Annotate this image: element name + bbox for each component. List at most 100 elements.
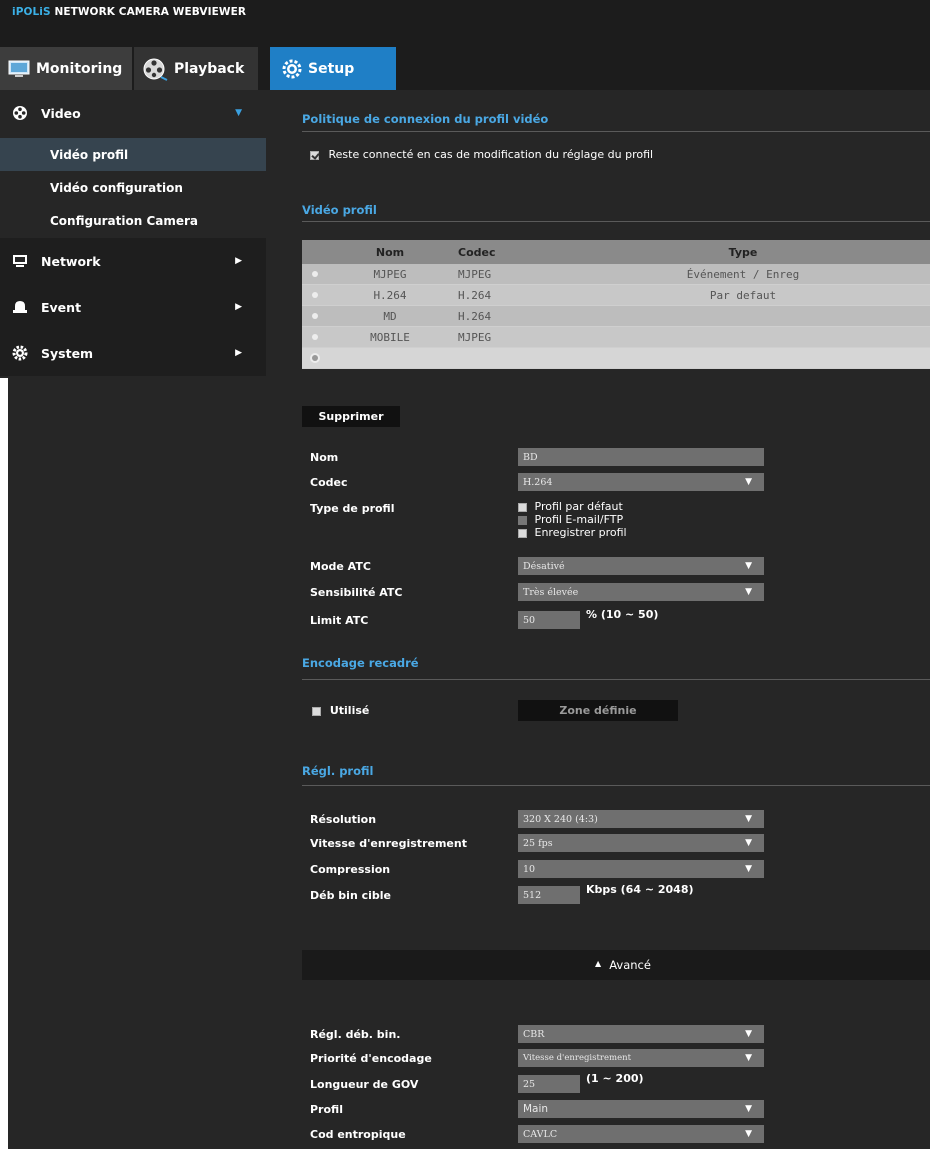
sidebar-subitem-camera-configuration[interactable]: Configuration Camera — [0, 204, 266, 237]
email-ftp-profile-checkbox[interactable] — [518, 515, 527, 525]
atc-sensitivity-select[interactable]: Très élevée ▼ — [518, 583, 764, 601]
dropdown-arrow-icon: ▼ — [745, 1053, 752, 1063]
monitor-icon — [9, 254, 31, 268]
section-title-crop-encoding: Encodage recadré — [302, 656, 419, 670]
default-profile-checkbox[interactable] — [518, 502, 527, 512]
sidebar-subitem-video-profile[interactable]: Vidéo profil — [0, 138, 266, 171]
sidebar-item-network[interactable]: Network ▶ — [0, 238, 266, 284]
crop-used-checkbox[interactable] — [312, 706, 321, 716]
compression-select[interactable]: 10 ▼ — [518, 860, 764, 878]
profile-select[interactable]: Main ▼ — [518, 1100, 764, 1118]
target-bitrate-input[interactable]: 512 — [518, 886, 580, 904]
frame-rate-select[interactable]: 25 fps ▼ — [518, 834, 764, 852]
target-bitrate-value: 512 — [523, 889, 542, 901]
brand-title: NETWORK CAMERA WEBVIEWER — [54, 6, 247, 18]
atc-limit-value: 50 — [523, 614, 536, 626]
record-profile-checkbox[interactable] — [518, 528, 527, 538]
table-row[interactable]: MD H.264 — [302, 306, 930, 327]
film-icon — [9, 105, 31, 121]
resolution-value: 320 X 240 (4:3) — [523, 813, 598, 825]
resolution-select[interactable]: 320 X 240 (4:3) ▼ — [518, 810, 764, 828]
section-title-video-profile: Vidéo profil — [302, 203, 377, 217]
section-divider — [302, 221, 930, 222]
section-divider — [302, 785, 930, 786]
cell-codec: H.264 — [458, 309, 492, 323]
video-profile-table: Nom Codec Type MJPEG MJPEG Événement / E… — [302, 240, 930, 369]
bell-icon — [9, 300, 31, 314]
table-header: Nom Codec Type — [302, 240, 930, 264]
main-content: Politique de connexion du profil vidéo R… — [266, 90, 930, 1149]
camera-webviewer-app: { "app": { "brand_prefix": "iPOLiS", "br… — [0, 0, 930, 1149]
sidebar-item-event[interactable]: Event ▶ — [0, 284, 266, 330]
compression-label: Compression — [310, 863, 391, 876]
stay-connected-checkbox[interactable] — [310, 150, 319, 160]
gov-length-label: Longueur de GOV — [310, 1078, 419, 1091]
nom-input-value: BD — [523, 451, 538, 463]
profile-label: Profil — [310, 1103, 343, 1116]
frame-rate-value: 25 fps — [523, 837, 553, 849]
atc-mode-label: Mode ATC — [310, 560, 371, 573]
section-title-connection-policy: Politique de connexion du profil vidéo — [302, 112, 549, 126]
gov-length-input[interactable]: 25 — [518, 1075, 580, 1093]
dropdown-arrow-icon: ▼ — [745, 864, 752, 874]
profile-type-label: Type de profil — [310, 502, 395, 515]
entropy-coding-select[interactable]: CAVLC ▼ — [518, 1125, 764, 1143]
sidebar-item-network-label: Network — [41, 253, 101, 269]
target-bitrate-label: Déb bin cible — [310, 889, 391, 902]
chevron-down-icon: ▼ — [235, 108, 242, 118]
gov-length-value: 25 — [523, 1078, 536, 1090]
sidebar: Video ▼ Vidéo profil Vidéo configuration… — [0, 90, 266, 1149]
codec-select[interactable]: H.264 ▼ — [518, 473, 764, 491]
resolution-label: Résolution — [310, 813, 377, 826]
table-row[interactable]: MOBILE MJPEG — [302, 327, 930, 348]
advanced-toggle[interactable]: ▲ Avancé — [302, 950, 930, 980]
gear-icon — [9, 345, 31, 361]
delete-button[interactable]: Supprimer — [302, 406, 400, 427]
table-row[interactable]: H.264 H.264 Par defaut — [302, 285, 930, 306]
tab-setup[interactable]: Setup — [270, 47, 396, 90]
codec-label: Codec — [310, 476, 348, 489]
row-radio-selected[interactable] — [312, 355, 318, 361]
section-divider — [302, 131, 930, 132]
tab-monitoring[interactable]: Monitoring — [0, 47, 132, 90]
dropdown-arrow-icon: ▼ — [745, 561, 752, 571]
sidebar-subitem-video-configuration[interactable]: Vidéo configuration — [0, 171, 266, 204]
atc-sensitivity-value: Très élevée — [523, 586, 579, 598]
profile-type-option: Enregistrer profil — [518, 526, 627, 539]
sidebar-item-system[interactable]: System ▶ — [0, 330, 266, 376]
atc-limit-input[interactable]: 50 — [518, 611, 580, 629]
row-radio[interactable] — [312, 313, 318, 319]
frame-rate-label: Vitesse d'enregistrement — [310, 837, 467, 850]
row-radio[interactable] — [312, 271, 318, 277]
crop-used-label: Utilisé — [329, 704, 370, 717]
nom-input[interactable]: BD — [518, 448, 764, 466]
profile-type-options: Profil par défaut Profil E-mail/FTP Enre… — [518, 500, 627, 539]
entropy-coding-value: CAVLC — [523, 1128, 558, 1140]
tab-playback[interactable]: Playback — [134, 47, 258, 90]
nom-label: Nom — [310, 451, 339, 464]
chevron-right-icon: ▶ — [235, 348, 242, 358]
sidebar-item-video[interactable]: Video ▼ — [0, 90, 266, 136]
row-radio[interactable] — [312, 334, 318, 340]
atc-mode-select[interactable]: Désativé ▼ — [518, 557, 764, 575]
column-header-nom: Nom — [375, 245, 405, 259]
section-title-profile-settings: Régl. profil — [302, 764, 374, 778]
atc-limit-label: Limit ATC — [310, 614, 369, 627]
table-row[interactable]: MJPEG MJPEG Événement / Enreg — [302, 264, 930, 285]
bitrate-control-select[interactable]: CBR ▼ — [518, 1025, 764, 1043]
encoding-priority-value: Vitesse d'enregistrement — [523, 1053, 631, 1063]
row-radio[interactable] — [312, 292, 318, 298]
define-zone-button[interactable]: Zone définie — [518, 700, 678, 721]
tab-monitoring-label: Monitoring — [36, 60, 123, 77]
gov-length-range: (1 ~ 200) — [586, 1072, 644, 1085]
table-row[interactable] — [302, 348, 930, 369]
stay-connected-label: Reste connecté en cas de modification du… — [328, 148, 654, 161]
chevron-right-icon: ▶ — [235, 302, 242, 312]
sidebar-item-video-label: Video — [41, 105, 81, 121]
profile-value: Main — [523, 1103, 549, 1115]
profile-type-option: Profil E-mail/FTP — [518, 513, 627, 526]
atc-sensitivity-label: Sensibilité ATC — [310, 586, 403, 599]
encoding-priority-select[interactable]: Vitesse d'enregistrement ▼ — [518, 1049, 764, 1067]
monitor-icon — [8, 60, 30, 78]
crop-used-option: Utilisé — [312, 704, 369, 717]
